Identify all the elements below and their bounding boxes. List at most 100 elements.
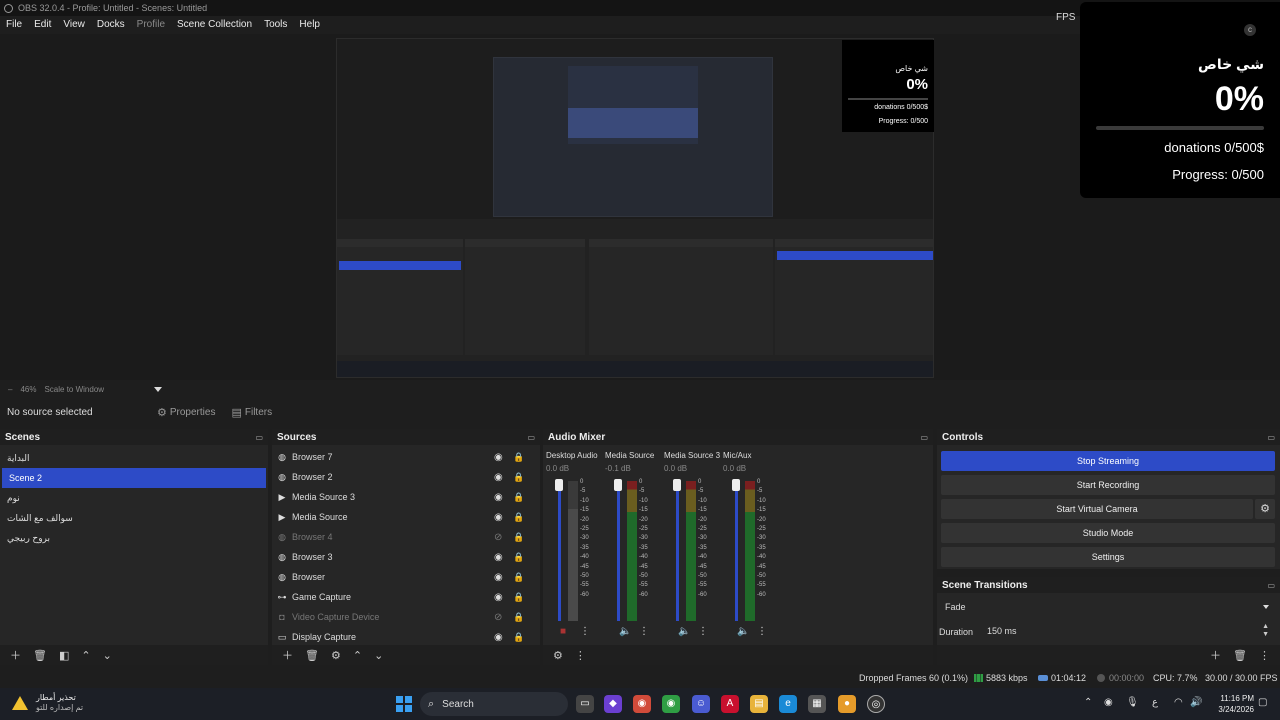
eye-icon[interactable]: ◉ xyxy=(494,512,503,523)
adobe-icon[interactable]: A xyxy=(721,695,739,713)
add-icon[interactable]: ＋ xyxy=(1210,647,1221,663)
start-virtual-camera-button[interactable]: Start Virtual Camera xyxy=(941,499,1253,519)
dock-menu-icon[interactable]: ▭ xyxy=(920,433,928,442)
scale-dropdown-icon[interactable] xyxy=(154,386,163,392)
lock-icon[interactable]: 🔒 xyxy=(513,532,524,543)
taskbar-search[interactable]: ⌕ Search xyxy=(420,692,568,716)
source-item[interactable]: ◍ Browser 2 ◉ 🔒 xyxy=(272,467,540,487)
kebab-menu-icon[interactable]: ⋮ xyxy=(698,626,708,637)
language-indicator[interactable]: ع xyxy=(1152,697,1158,708)
kebab-menu-icon[interactable]: ⋮ xyxy=(575,649,586,662)
eye-icon[interactable]: ◉ xyxy=(494,452,503,463)
chrome-icon[interactable]: ◉ xyxy=(633,695,651,713)
tray-app-icon[interactable]: ◉ xyxy=(1104,697,1113,708)
tray-chevron-icon[interactable]: ⌃ xyxy=(1084,697,1092,708)
eye-icon[interactable]: ◉ xyxy=(494,592,503,603)
scene-item[interactable]: بروح ربيجي xyxy=(0,528,268,548)
gear-icon[interactable]: ⚙ xyxy=(331,649,341,662)
notification-icon[interactable]: ▢ xyxy=(1258,697,1267,708)
source-item[interactable]: ◍ Browser ◉ 🔒 xyxy=(272,567,540,587)
lock-icon[interactable]: 🔒 xyxy=(513,492,524,503)
move-down-icon[interactable]: ⌄ xyxy=(374,649,383,662)
dock-menu-icon[interactable]: ▭ xyxy=(1267,581,1275,590)
trash-icon[interactable]: 🗑 xyxy=(1233,649,1247,662)
copilot-icon[interactable]: ◆ xyxy=(604,695,622,713)
menu-file[interactable]: File xyxy=(6,19,22,30)
source-item[interactable]: ◍ Browser 4 ⊘ 🔒 xyxy=(272,527,540,547)
spinner-arrows-icon[interactable]: ▲ ▼ xyxy=(1262,623,1269,639)
move-up-icon[interactable]: ⌃ xyxy=(81,649,90,662)
eye-off-icon[interactable]: ⊘ xyxy=(494,612,502,623)
volume-fader-track[interactable] xyxy=(735,481,738,621)
menu-view[interactable]: View xyxy=(63,19,85,30)
filter-icon[interactable]: ◧ xyxy=(59,649,69,662)
scene-item[interactable]: Scene 2 xyxy=(2,468,266,488)
lock-icon[interactable]: 🔒 xyxy=(513,612,524,623)
lock-icon[interactable]: 🔒 xyxy=(513,512,524,523)
lock-icon[interactable]: 🔒 xyxy=(513,472,524,483)
kebab-menu-icon[interactable]: ⋮ xyxy=(639,626,649,637)
scene-item[interactable]: نوم xyxy=(0,488,268,508)
source-item[interactable]: ▭ Display Capture ◉ 🔒 xyxy=(272,627,540,647)
zoom-out-icon[interactable]: – xyxy=(8,385,12,394)
mixer-settings-icon[interactable]: ⚙ xyxy=(553,649,563,662)
dock-menu-icon[interactable]: ▭ xyxy=(527,433,535,442)
volume-fader-track[interactable] xyxy=(617,481,620,621)
clock[interactable]: 11:16 PM 3/24/2026 xyxy=(1206,693,1254,715)
volume-fader-handle[interactable] xyxy=(673,479,681,491)
menu-docks[interactable]: Docks xyxy=(97,19,125,30)
eye-icon[interactable]: ◉ xyxy=(494,472,503,483)
transition-select[interactable]: Fade xyxy=(941,597,1275,617)
dock-menu-icon[interactable]: ▭ xyxy=(255,433,263,442)
stop-streaming-button[interactable]: Stop Streaming xyxy=(941,451,1275,471)
trash-icon[interactable]: 🗑 xyxy=(33,649,47,662)
windows-start-icon[interactable] xyxy=(396,696,412,712)
store-icon[interactable]: ▦ xyxy=(808,695,826,713)
edge-icon[interactable]: e xyxy=(779,695,797,713)
discord-icon[interactable]: ☺ xyxy=(692,695,710,713)
volume-fader-track[interactable] xyxy=(558,481,561,621)
speaker-icon[interactable]: 🔈 xyxy=(737,626,749,637)
lock-icon[interactable]: 🔒 xyxy=(513,572,524,583)
scale-mode[interactable]: Scale to Window xyxy=(44,385,104,394)
task-view-icon[interactable]: ▭ xyxy=(576,695,594,713)
volume-fader-handle[interactable] xyxy=(555,479,563,491)
lock-icon[interactable]: 🔒 xyxy=(513,592,524,603)
volume-icon[interactable]: 🔊 xyxy=(1190,697,1202,708)
weather-widget[interactable]: تحذير أمطار تم إصداره للتو xyxy=(12,693,83,713)
speaker-icon[interactable]: 🔈 xyxy=(619,626,631,637)
properties-button[interactable]: ⚙ Properties xyxy=(151,404,221,421)
chrome-profile-icon[interactable]: ◉ xyxy=(662,695,680,713)
duration-input[interactable]: 150 ms ▲ ▼ xyxy=(983,621,1275,641)
menu-tools[interactable]: Tools xyxy=(264,19,287,30)
source-item[interactable]: ▶ Media Source 3 ◉ 🔒 xyxy=(272,487,540,507)
lock-icon[interactable]: 🔒 xyxy=(513,452,524,463)
lock-icon[interactable]: 🔒 xyxy=(513,632,524,643)
kebab-menu-icon[interactable]: ⋮ xyxy=(757,626,767,637)
move-up-icon[interactable]: ⌃ xyxy=(353,649,362,662)
eye-icon[interactable]: ◉ xyxy=(494,552,503,563)
source-item[interactable]: ◍ Browser 3 ◉ 🔒 xyxy=(272,547,540,567)
menu-edit[interactable]: Edit xyxy=(34,19,51,30)
speaker-icon[interactable]: 🔈 xyxy=(678,626,690,637)
microphone-icon[interactable]: 🎙 xyxy=(1126,697,1139,708)
kebab-menu-icon[interactable]: ⋮ xyxy=(580,626,590,637)
menu-help[interactable]: Help xyxy=(299,19,320,30)
eye-icon[interactable]: ◉ xyxy=(494,632,503,643)
eye-icon[interactable]: ◉ xyxy=(494,572,503,583)
source-item[interactable]: ▶ Media Source ◉ 🔒 xyxy=(272,507,540,527)
filters-button[interactable]: ▤ Filters xyxy=(225,404,278,421)
eye-icon[interactable]: ◉ xyxy=(494,492,503,503)
volume-fader-track[interactable] xyxy=(676,481,679,621)
muted-speaker-icon[interactable]: ■ xyxy=(560,626,566,637)
lock-icon[interactable]: 🔒 xyxy=(513,552,524,563)
source-item[interactable]: ◘ Video Capture Device ⊘ 🔒 xyxy=(272,607,540,627)
trash-icon[interactable]: 🗑 xyxy=(305,649,319,662)
source-item[interactable]: ⊶ Game Capture ◉ 🔒 xyxy=(272,587,540,607)
eye-off-icon[interactable]: ⊘ xyxy=(494,532,502,543)
menu-scene-collection[interactable]: Scene Collection xyxy=(177,19,252,30)
menu-profile[interactable]: Profile xyxy=(137,19,165,30)
wifi-icon[interactable]: ◠ xyxy=(1174,697,1183,708)
scene-item[interactable]: البداية xyxy=(0,448,268,468)
move-down-icon[interactable]: ⌄ xyxy=(103,649,112,662)
